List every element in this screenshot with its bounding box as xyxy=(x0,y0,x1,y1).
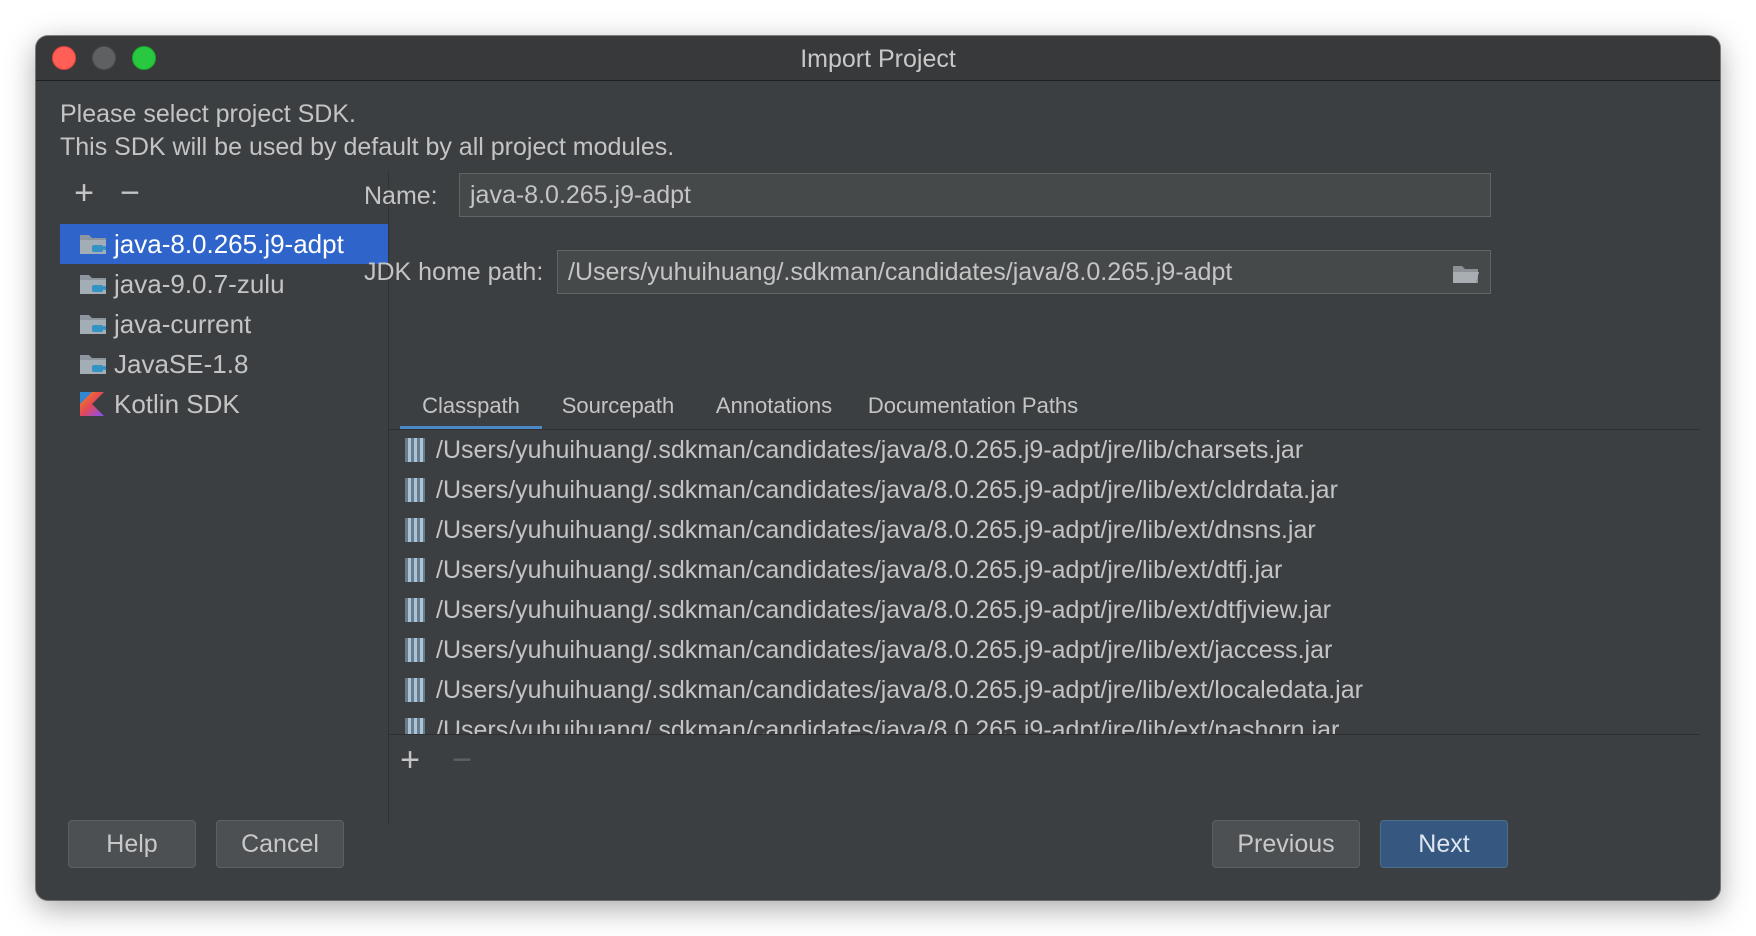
jar-icon xyxy=(404,557,426,583)
classpath-row[interactable]: /Users/yuhuihuang/.sdkman/candidates/jav… xyxy=(388,670,1700,710)
title-bar: Import Project xyxy=(36,36,1720,81)
sdk-item-label: java-9.0.7-zulu xyxy=(114,268,285,299)
jar-icon xyxy=(404,597,426,623)
window-title: Import Project xyxy=(800,45,956,73)
add-sdk-button[interactable]: + xyxy=(66,176,102,212)
classpath-list[interactable]: /Users/yuhuihuang/.sdkman/candidates/jav… xyxy=(388,430,1700,734)
jar-icon xyxy=(404,677,426,703)
classpath-path: /Users/yuhuihuang/.sdkman/candidates/jav… xyxy=(436,435,1304,464)
jar-icon xyxy=(404,637,426,663)
classpath-row[interactable]: /Users/yuhuihuang/.sdkman/candidates/jav… xyxy=(388,630,1700,670)
sdk-item[interactable]: java-8.0.265.j9-adpt xyxy=(60,224,388,264)
tab-documentation-paths[interactable]: Documentation Paths xyxy=(856,386,1090,430)
kotlin-icon xyxy=(78,390,108,418)
sdk-item-label: Kotlin SDK xyxy=(114,388,240,419)
intro-line-1: Please select project SDK. xyxy=(60,100,356,128)
sdk-item[interactable]: java-current xyxy=(60,304,388,344)
classpath-path: /Users/yuhuihuang/.sdkman/candidates/jav… xyxy=(436,715,1340,735)
tab-annotations[interactable]: Annotations xyxy=(696,386,852,430)
intro-text: Please select project SDK. This SDK will… xyxy=(60,98,674,164)
sdk-list: java-8.0.265.j9-adpt java-9.0.7-zulu java-… xyxy=(60,224,388,424)
add-classpath-button[interactable]: + xyxy=(388,740,432,780)
previous-button[interactable]: Previous xyxy=(1212,820,1360,868)
classpath-row[interactable]: /Users/yuhuihuang/.sdkman/candidates/jav… xyxy=(388,510,1700,550)
jdk-home-label: JDK home path: xyxy=(364,258,544,286)
classpath-row[interactable]: /Users/yuhuihuang/.sdkman/candidates/jav… xyxy=(388,430,1700,470)
intro-line-2: This SDK will be used by default by all … xyxy=(60,133,675,161)
sdk-item-label: java-current xyxy=(114,308,252,339)
jdk-folder-icon xyxy=(78,350,108,378)
classpath-row[interactable]: /Users/yuhuihuang/.sdkman/candidates/jav… xyxy=(388,550,1700,590)
sdk-item[interactable]: Kotlin SDK xyxy=(60,384,388,424)
sdk-panel: + − java-8.0.265.j9-adpt java-9.0.7-zulu j… xyxy=(60,172,389,824)
tab-sourcepath[interactable]: Sourcepath xyxy=(540,386,696,430)
remove-sdk-button[interactable]: − xyxy=(112,176,148,212)
browse-folder-icon[interactable] xyxy=(1450,259,1482,287)
remove-classpath-button: − xyxy=(452,741,472,779)
help-button[interactable]: Help xyxy=(68,820,196,868)
classpath-path: /Users/yuhuihuang/.sdkman/candidates/jav… xyxy=(436,675,1363,704)
sdk-item[interactable]: java-9.0.7-zulu xyxy=(60,264,388,304)
jar-icon xyxy=(404,717,426,734)
classpath-divider xyxy=(388,734,1700,735)
jdk-folder-icon xyxy=(78,270,108,298)
cancel-button[interactable]: Cancel xyxy=(216,820,344,868)
jar-icon xyxy=(404,477,426,503)
classpath-path: /Users/yuhuihuang/.sdkman/candidates/jav… xyxy=(436,515,1316,544)
jdk-home-field[interactable]: /Users/yuhuihuang/.sdkman/candidates/jav… xyxy=(557,250,1491,294)
sdk-item-label: java-8.0.265.j9-adpt xyxy=(114,228,344,259)
jar-icon xyxy=(404,517,426,543)
sdk-item-label: JavaSE-1.8 xyxy=(114,348,249,379)
jdk-home-value: /Users/yuhuihuang/.sdkman/candidates/jav… xyxy=(568,257,1233,286)
classpath-path: /Users/yuhuihuang/.sdkman/candidates/jav… xyxy=(436,475,1338,504)
classpath-path: /Users/yuhuihuang/.sdkman/candidates/jav… xyxy=(436,635,1333,664)
name-field[interactable]: java-8.0.265.j9-adpt xyxy=(459,173,1491,217)
jar-icon xyxy=(404,437,426,463)
classpath-row[interactable]: /Users/yuhuihuang/.sdkman/candidates/jav… xyxy=(388,710,1700,734)
classpath-row[interactable]: /Users/yuhuihuang/.sdkman/candidates/jav… xyxy=(388,470,1700,510)
classpath-path: /Users/yuhuihuang/.sdkman/candidates/jav… xyxy=(436,595,1331,624)
jdk-folder-icon xyxy=(78,230,108,258)
jdk-folder-icon xyxy=(78,310,108,338)
classpath-path: /Users/yuhuihuang/.sdkman/candidates/jav… xyxy=(436,555,1283,584)
name-label: Name: xyxy=(364,182,438,210)
sdk-item[interactable]: JavaSE-1.8 xyxy=(60,344,388,384)
next-button[interactable]: Next xyxy=(1380,820,1508,868)
classpath-row[interactable]: /Users/yuhuihuang/.sdkman/candidates/jav… xyxy=(388,590,1700,630)
tab-classpath[interactable]: Classpath xyxy=(400,386,542,430)
import-project-dialog: Import Project Please select project SDK… xyxy=(36,36,1720,900)
